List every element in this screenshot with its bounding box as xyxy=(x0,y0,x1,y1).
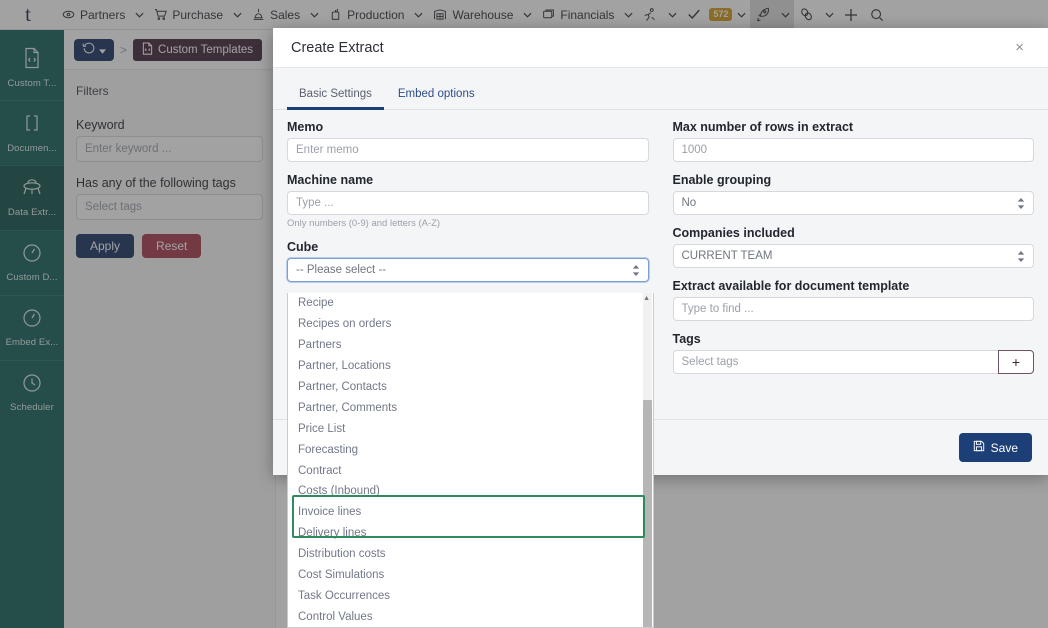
save-button[interactable]: Save xyxy=(958,433,1032,462)
field-document-template: Extract available for document template … xyxy=(672,279,1034,321)
cube-option[interactable]: Forecasting xyxy=(288,439,653,460)
companies-included-label: Companies included xyxy=(672,226,795,240)
modal-right-column: Max number of rows in extract 1000 Enabl… xyxy=(672,120,1034,419)
cube-option[interactable]: Partner, Comments xyxy=(288,397,653,418)
cube-option[interactable]: Recipes on orders xyxy=(288,314,653,335)
modal-title: Create Extract xyxy=(291,39,384,56)
cube-option[interactable]: Costs (Inbound) xyxy=(288,481,653,502)
machine-name-input[interactable]: Type ... xyxy=(287,191,649,215)
modal-tabs: Basic Settings Embed options xyxy=(273,68,1048,110)
field-tags: Tags Select tags + xyxy=(672,332,1034,374)
cube-select-value: -- Please select -- xyxy=(296,264,387,276)
companies-included-value: CURRENT TEAM xyxy=(681,250,773,262)
field-machine-name: Machine name Type ... Only numbers (0-9)… xyxy=(287,173,649,229)
document-template-input[interactable]: Type to find ... xyxy=(672,297,1034,321)
field-memo: Memo Enter memo xyxy=(287,120,649,162)
cube-option[interactable]: Partner, Locations xyxy=(288,356,653,377)
add-tag-button[interactable]: + xyxy=(998,350,1034,374)
scroll-up-icon[interactable]: ▲ xyxy=(643,295,650,302)
field-max-rows: Max number of rows in extract 1000 xyxy=(672,120,1034,162)
chevron-updown-icon xyxy=(1017,197,1025,209)
tab-basic-settings[interactable]: Basic Settings xyxy=(287,82,384,110)
cube-dropdown-scrollbar-thumb[interactable] xyxy=(643,400,652,627)
cube-select[interactable]: -- Please select -- xyxy=(287,258,649,282)
max-rows-label: Max number of rows in extract xyxy=(672,120,854,134)
cube-dropdown-list[interactable]: Recipe Recipes on orders Partners Partne… xyxy=(287,293,654,628)
field-cube: Cube -- Please select -- xyxy=(287,240,649,282)
tags-row: Select tags + xyxy=(672,350,1034,374)
memo-label: Memo xyxy=(287,120,324,134)
cube-dropdown-options: Recipe Recipes on orders Partners Partne… xyxy=(288,293,653,627)
tags-input[interactable]: Select tags xyxy=(672,350,998,374)
save-disk-icon xyxy=(973,440,985,455)
tags-label: Tags xyxy=(672,332,701,346)
enable-grouping-select[interactable]: No xyxy=(672,191,1034,215)
chevron-updown-icon xyxy=(632,264,640,276)
cube-option-delivery-lines[interactable]: Delivery lines xyxy=(288,523,653,544)
cube-option[interactable]: Control Values xyxy=(288,606,653,627)
cube-option[interactable]: Partners xyxy=(288,335,653,356)
machine-name-hint: Only numbers (0-9) and letters (A-Z) xyxy=(287,218,441,229)
save-button-label: Save xyxy=(990,440,1018,455)
close-icon[interactable]: × xyxy=(1009,37,1030,58)
document-template-label: Extract available for document template xyxy=(672,279,910,293)
app-root: t Partners Purchase Sales Production War… xyxy=(0,0,1048,628)
cube-option[interactable]: Recipe xyxy=(288,293,653,314)
memo-input[interactable]: Enter memo xyxy=(287,138,649,162)
max-rows-input[interactable]: 1000 xyxy=(672,138,1034,162)
cube-option[interactable]: Price List xyxy=(288,418,653,439)
field-enable-grouping: Enable grouping No xyxy=(672,173,1034,215)
enable-grouping-value: No xyxy=(681,197,697,209)
cube-option[interactable]: Distribution costs xyxy=(288,544,653,565)
modal-header: Create Extract × xyxy=(273,28,1048,68)
companies-included-select[interactable]: CURRENT TEAM xyxy=(672,244,1034,268)
cube-option[interactable]: Contract xyxy=(288,460,653,481)
enable-grouping-label: Enable grouping xyxy=(672,173,772,187)
cube-option[interactable]: Partner, Contacts xyxy=(288,377,653,398)
cube-label: Cube xyxy=(287,240,319,254)
field-companies-included: Companies included CURRENT TEAM xyxy=(672,226,1034,268)
cube-option[interactable]: Task Occurrences xyxy=(288,585,653,606)
machine-name-label: Machine name xyxy=(287,173,374,187)
chevron-updown-icon xyxy=(1017,250,1025,262)
tab-embed-options[interactable]: Embed options xyxy=(386,82,487,110)
cube-option[interactable]: Cost Simulations xyxy=(288,565,653,586)
cube-option-invoice-lines[interactable]: Invoice lines xyxy=(288,502,653,523)
